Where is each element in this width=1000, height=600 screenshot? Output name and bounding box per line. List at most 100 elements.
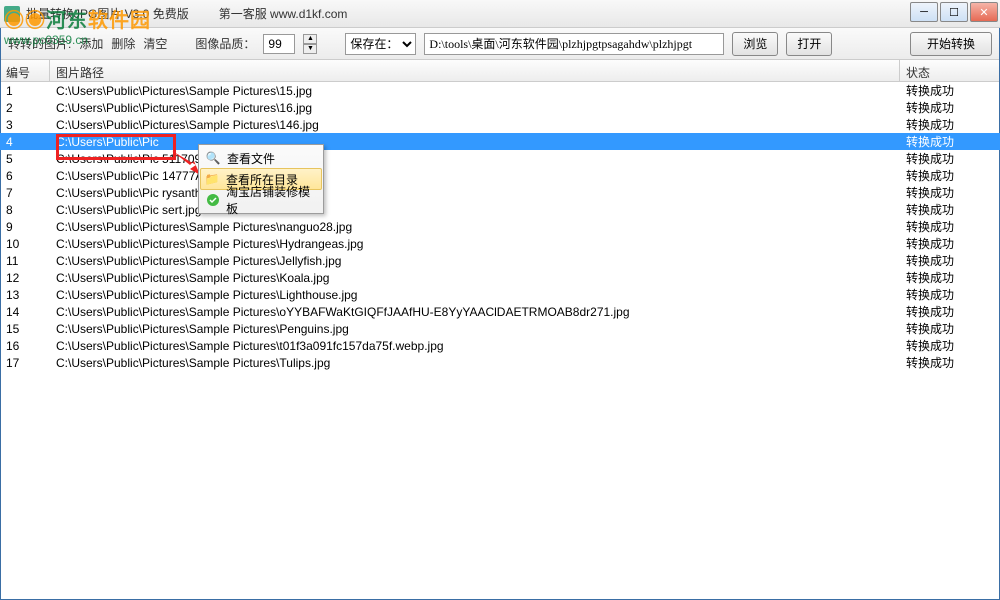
menu-label: 查看文件	[227, 150, 275, 167]
add-link[interactable]: 添加	[79, 35, 103, 52]
cell-path: C:\Users\Public\Pic sert.jpg	[50, 203, 900, 217]
folder-search-icon: 📁	[204, 171, 220, 187]
table-row[interactable]: 3C:\Users\Public\Pictures\Sample Picture…	[0, 116, 1000, 133]
table-row[interactable]: 9C:\Users\Public\Pictures\Sample Picture…	[0, 218, 1000, 235]
table-row[interactable]: 10C:\Users\Public\Pictures\Sample Pictur…	[0, 235, 1000, 252]
cell-status: 转换成功	[900, 337, 1000, 354]
maximize-button[interactable]: ☐	[940, 2, 968, 22]
cell-status: 转换成功	[900, 167, 1000, 184]
cell-path: C:\Users\Public\Pictures\Sample Pictures…	[50, 254, 900, 268]
cell-path: C:\Users\Public\Pictures\Sample Pictures…	[50, 220, 900, 234]
cell-path: C:\Users\Public\Pictures\Sample Pictures…	[50, 288, 900, 302]
window-subtitle: 第一客服 www.d1kf.com	[219, 5, 348, 22]
app-icon	[4, 6, 20, 22]
cell-path: C:\Users\Public\Pictures\Sample Pictures…	[50, 305, 900, 319]
toolbar-label: 转转的图片:	[8, 35, 71, 52]
table-body: 1C:\Users\Public\Pictures\Sample Picture…	[0, 82, 1000, 598]
clear-link[interactable]: 清空	[143, 35, 167, 52]
cell-status: 转换成功	[900, 286, 1000, 303]
cell-num: 12	[0, 271, 50, 285]
table-row[interactable]: 16C:\Users\Public\Pictures\Sample Pictur…	[0, 337, 1000, 354]
toolbar: 转转的图片: 添加 删除 清空 图像品质： ▲▼ 保存在： 浏览 打开 开始转换	[0, 28, 1000, 60]
menu-view-file[interactable]: 🔍 查看文件	[201, 147, 321, 169]
table-row[interactable]: 12C:\Users\Public\Pictures\Sample Pictur…	[0, 269, 1000, 286]
minimize-button[interactable]: ─	[910, 2, 938, 22]
cell-num: 5	[0, 152, 50, 166]
open-button[interactable]: 打开	[786, 32, 832, 56]
cell-path: C:\Users\Public\Pic 14777AHBYY_1000x500.…	[50, 169, 900, 183]
save-path-input[interactable]	[424, 33, 724, 55]
cell-path: C:\Users\Public\Pictures\Sample Pictures…	[50, 101, 900, 115]
context-menu: 🔍 查看文件 📁 查看所在目录 淘宝店铺装修模板	[198, 144, 324, 214]
table-row[interactable]: 1C:\Users\Public\Pictures\Sample Picture…	[0, 82, 1000, 99]
cell-num: 6	[0, 169, 50, 183]
save-location-select[interactable]: 保存在：	[345, 33, 416, 55]
cell-status: 转换成功	[900, 303, 1000, 320]
cell-status: 转换成功	[900, 99, 1000, 116]
cell-path: C:\Users\Public\Pictures\Sample Pictures…	[50, 84, 900, 98]
cell-path: C:\Users\Public\Pic 511709031557iy3ie3m9…	[50, 152, 900, 166]
delete-link[interactable]: 删除	[111, 35, 135, 52]
table-row[interactable]: 5C:\Users\Public\Pic 511709031557iy3ie3m…	[0, 150, 1000, 167]
col-header-status[interactable]: 状态	[900, 60, 1000, 81]
cell-status: 转换成功	[900, 269, 1000, 286]
cell-status: 转换成功	[900, 116, 1000, 133]
cell-num: 14	[0, 305, 50, 319]
close-button[interactable]: ✕	[970, 2, 998, 22]
table-row[interactable]: 4C:\Users\Public\Pic转换成功	[0, 133, 1000, 150]
cell-status: 转换成功	[900, 201, 1000, 218]
cell-path: C:\Users\Public\Pic	[50, 135, 900, 149]
cell-status: 转换成功	[900, 150, 1000, 167]
cell-num: 16	[0, 339, 50, 353]
start-convert-button[interactable]: 开始转换	[910, 32, 992, 56]
cell-path: C:\Users\Public\Pictures\Sample Pictures…	[50, 322, 900, 336]
cell-num: 15	[0, 322, 50, 336]
col-header-path[interactable]: 图片路径	[50, 60, 900, 81]
cell-path: C:\Users\Public\Pic rysanthemum.jpg	[50, 186, 900, 200]
cell-status: 转换成功	[900, 82, 1000, 99]
cell-path: C:\Users\Public\Pictures\Sample Pictures…	[50, 356, 900, 370]
quality-spinner[interactable]: ▲▼	[303, 34, 317, 54]
table-row[interactable]: 13C:\Users\Public\Pictures\Sample Pictur…	[0, 286, 1000, 303]
cell-status: 转换成功	[900, 184, 1000, 201]
table-row[interactable]: 7C:\Users\Public\Pic rysanthemum.jpg转换成功	[0, 184, 1000, 201]
cell-num: 3	[0, 118, 50, 132]
table-row[interactable]: 14C:\Users\Public\Pictures\Sample Pictur…	[0, 303, 1000, 320]
titlebar: 批量转换JPG图片 V3.0 免费版 第一客服 www.d1kf.com ─ ☐…	[0, 0, 1000, 28]
cell-status: 转换成功	[900, 354, 1000, 371]
table-row[interactable]: 11C:\Users\Public\Pictures\Sample Pictur…	[0, 252, 1000, 269]
cell-path: C:\Users\Public\Pictures\Sample Pictures…	[50, 271, 900, 285]
cell-num: 17	[0, 356, 50, 370]
cell-num: 13	[0, 288, 50, 302]
menu-label: 淘宝店铺装修模板	[226, 183, 317, 217]
cell-path: C:\Users\Public\Pictures\Sample Pictures…	[50, 237, 900, 251]
cell-path: C:\Users\Public\Pictures\Sample Pictures…	[50, 339, 900, 353]
table-row[interactable]: 15C:\Users\Public\Pictures\Sample Pictur…	[0, 320, 1000, 337]
cell-status: 转换成功	[900, 252, 1000, 269]
table-row[interactable]: 2C:\Users\Public\Pictures\Sample Picture…	[0, 99, 1000, 116]
cell-num: 1	[0, 84, 50, 98]
quality-label: 图像品质：	[195, 35, 255, 52]
cell-status: 转换成功	[900, 235, 1000, 252]
col-header-num[interactable]: 编号	[0, 60, 50, 81]
cell-num: 10	[0, 237, 50, 251]
table-row[interactable]: 8C:\Users\Public\Pic sert.jpg转换成功	[0, 201, 1000, 218]
table-row[interactable]: 6C:\Users\Public\Pic 14777AHBYY_1000x500…	[0, 167, 1000, 184]
cell-status: 转换成功	[900, 133, 1000, 150]
cell-status: 转换成功	[900, 320, 1000, 337]
table-row[interactable]: 17C:\Users\Public\Pictures\Sample Pictur…	[0, 354, 1000, 371]
cell-num: 8	[0, 203, 50, 217]
cell-num: 7	[0, 186, 50, 200]
table-header: 编号 图片路径 状态	[0, 60, 1000, 82]
cell-num: 4	[0, 135, 50, 149]
cell-path: C:\Users\Public\Pictures\Sample Pictures…	[50, 118, 900, 132]
menu-template[interactable]: 淘宝店铺装修模板	[201, 189, 321, 211]
browse-button[interactable]: 浏览	[732, 32, 778, 56]
cell-num: 2	[0, 101, 50, 115]
cell-num: 9	[0, 220, 50, 234]
magnifier-icon: 🔍	[205, 150, 221, 166]
window-title: 批量转换JPG图片 V3.0 免费版	[26, 5, 189, 22]
check-circle-icon	[205, 192, 220, 208]
quality-input[interactable]	[263, 34, 295, 54]
cell-status: 转换成功	[900, 218, 1000, 235]
